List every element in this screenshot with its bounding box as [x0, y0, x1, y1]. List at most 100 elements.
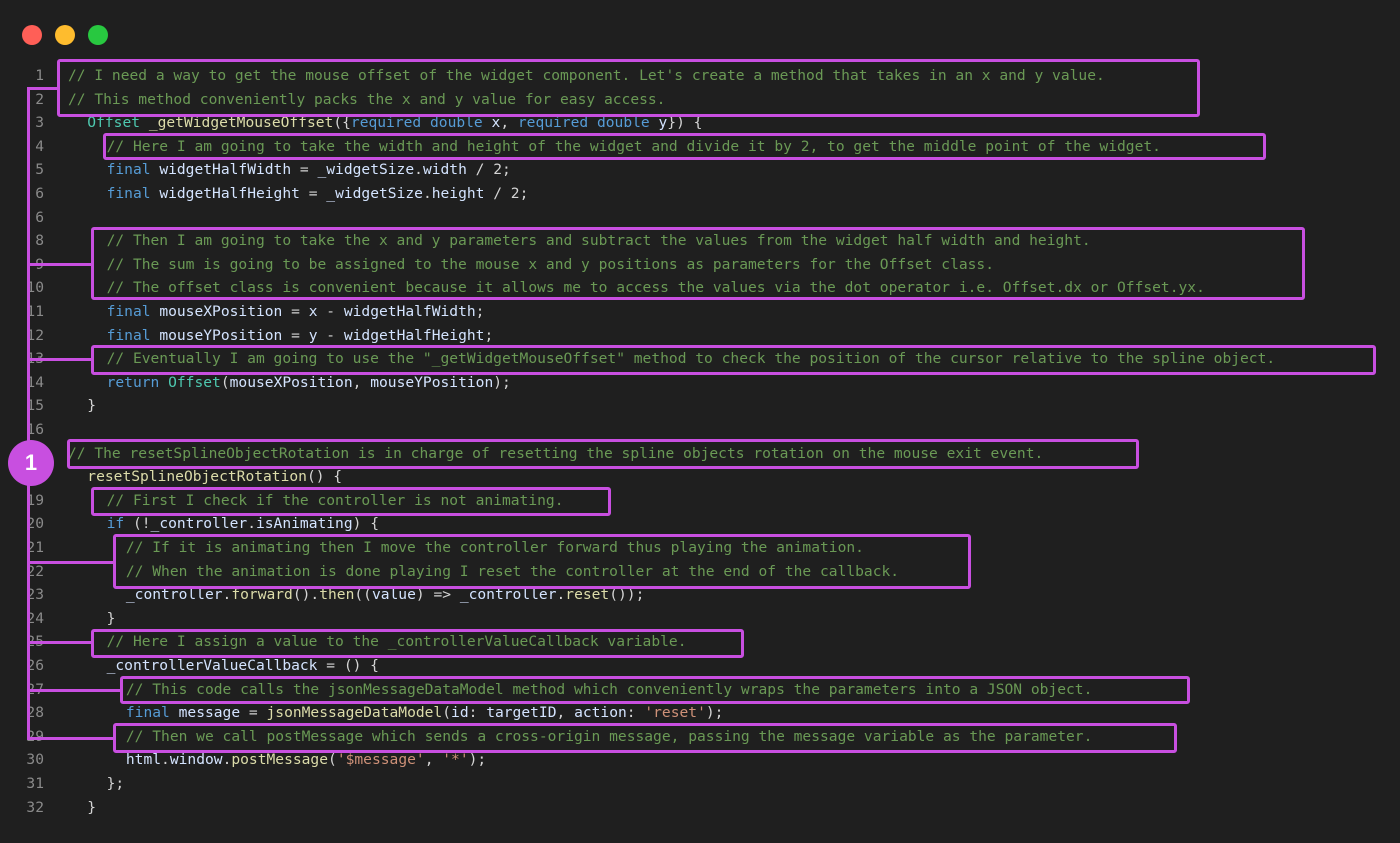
annotation-connector — [27, 87, 57, 90]
code-token: isAnimating — [255, 515, 353, 533]
annotation-box — [91, 227, 1305, 300]
code-token: _controller — [150, 515, 248, 533]
code-token: . — [422, 185, 432, 202]
code-token: , — [352, 373, 371, 391]
annotation-badge: 1 — [8, 440, 54, 486]
line-number: 3 — [35, 114, 44, 132]
code-token: message — [178, 704, 241, 722]
code-token: ( — [220, 373, 230, 391]
code-token: _widgetSize — [317, 161, 415, 179]
code-token: height — [431, 185, 485, 202]
code-token: } — [87, 798, 97, 816]
code-token: ( — [442, 704, 452, 722]
code-token: mouseYPosition — [159, 326, 283, 344]
code-token: final — [106, 326, 151, 344]
line-number: 8 — [35, 232, 44, 250]
line-number: 31 — [26, 775, 44, 792]
code-token: . — [414, 161, 423, 179]
code-token: = — [282, 303, 309, 320]
code-token: }; — [106, 775, 125, 792]
window-controls — [22, 25, 108, 45]
zoom-window-button[interactable] — [88, 25, 108, 45]
close-window-button[interactable] — [22, 25, 42, 45]
line-number: 2 — [35, 90, 44, 108]
code-token: } — [106, 609, 116, 627]
annotation-connector — [27, 561, 113, 564]
line-number: 30 — [26, 751, 44, 769]
code-text: } — [87, 796, 96, 820]
code-token: = — [299, 185, 327, 202]
line-number: 24 — [26, 609, 44, 627]
line-number: 6 — [35, 208, 44, 226]
line-number: 4 — [35, 137, 44, 155]
line-number: 6 — [35, 185, 44, 202]
code-token: window — [169, 751, 223, 769]
line-number: 28 — [26, 704, 44, 722]
line-number: 32 — [26, 798, 44, 816]
line-number: 20 — [26, 515, 44, 533]
annotation-connector — [27, 263, 91, 266]
code-token: () { — [306, 468, 343, 486]
code-token: / 2; — [466, 161, 511, 179]
code-text: } — [107, 607, 116, 631]
code-token: _controllerValueCallback — [106, 657, 318, 674]
code-token: mouseXPosition — [159, 303, 283, 320]
code-token: final — [106, 185, 151, 202]
code-token: / 2; — [484, 185, 529, 202]
code-text: final message = jsonMessageDataModel(id:… — [126, 701, 724, 725]
code-text: final widgetHalfWidth = _widgetSize.widt… — [107, 158, 511, 182]
code-token: = — [240, 704, 267, 722]
code-token: y — [308, 326, 318, 344]
code-window: 1// I need a way to get the mouse offset… — [0, 0, 1400, 843]
line-number: 10 — [26, 279, 44, 297]
annotation-box — [120, 676, 1190, 704]
code-token: final — [106, 303, 151, 320]
code-token: - — [317, 326, 344, 344]
line-number: 23 — [26, 586, 44, 604]
line-number: 15 — [26, 397, 44, 415]
code-token: '$message' — [336, 751, 425, 769]
annotation-box — [91, 487, 611, 516]
code-token: ) { — [352, 515, 379, 533]
code-text: final mouseYPosition = y - widgetHalfHei… — [107, 324, 494, 348]
code-token: Offset — [168, 373, 221, 391]
code-text: } — [87, 394, 96, 418]
line-number: 26 — [26, 657, 44, 674]
code-token: widgetHalfWidth — [159, 161, 292, 179]
code-token: . — [161, 751, 170, 769]
line-number: 19 — [26, 491, 44, 509]
code-token: widgetHalfHeight — [343, 326, 485, 344]
annotation-box — [91, 345, 1376, 375]
annotation-connector — [27, 737, 113, 740]
annotation-box — [91, 629, 744, 658]
code-token: ; — [484, 326, 494, 344]
line-number: 5 — [35, 161, 44, 179]
annotation-connector — [27, 358, 91, 361]
code-token: ); — [705, 704, 724, 722]
code-token: '*' — [442, 751, 469, 769]
annotation-bracket — [27, 87, 30, 737]
minimize-window-button[interactable] — [55, 25, 75, 45]
code-token: = — [291, 161, 318, 179]
code-token: html — [125, 751, 162, 769]
annotation-box — [113, 723, 1177, 753]
code-token: , — [556, 704, 575, 722]
code-token: mouseYPosition — [370, 373, 494, 391]
code-token: id — [451, 704, 469, 722]
code-token: - — [317, 303, 344, 320]
code-token: if — [106, 515, 125, 533]
code-token: width — [422, 161, 467, 179]
line-number: 12 — [26, 326, 44, 344]
code-token: : — [626, 704, 645, 722]
line-number: 14 — [26, 373, 44, 391]
line-number: 16 — [26, 421, 44, 438]
code-text: }; — [107, 772, 125, 796]
code-text: final widgetHalfHeight = _widgetSize.hei… — [107, 182, 529, 206]
code-token: jsonMessageDataModel — [266, 704, 443, 722]
code-token: 'reset' — [644, 704, 706, 722]
code-token: ); — [468, 751, 487, 769]
